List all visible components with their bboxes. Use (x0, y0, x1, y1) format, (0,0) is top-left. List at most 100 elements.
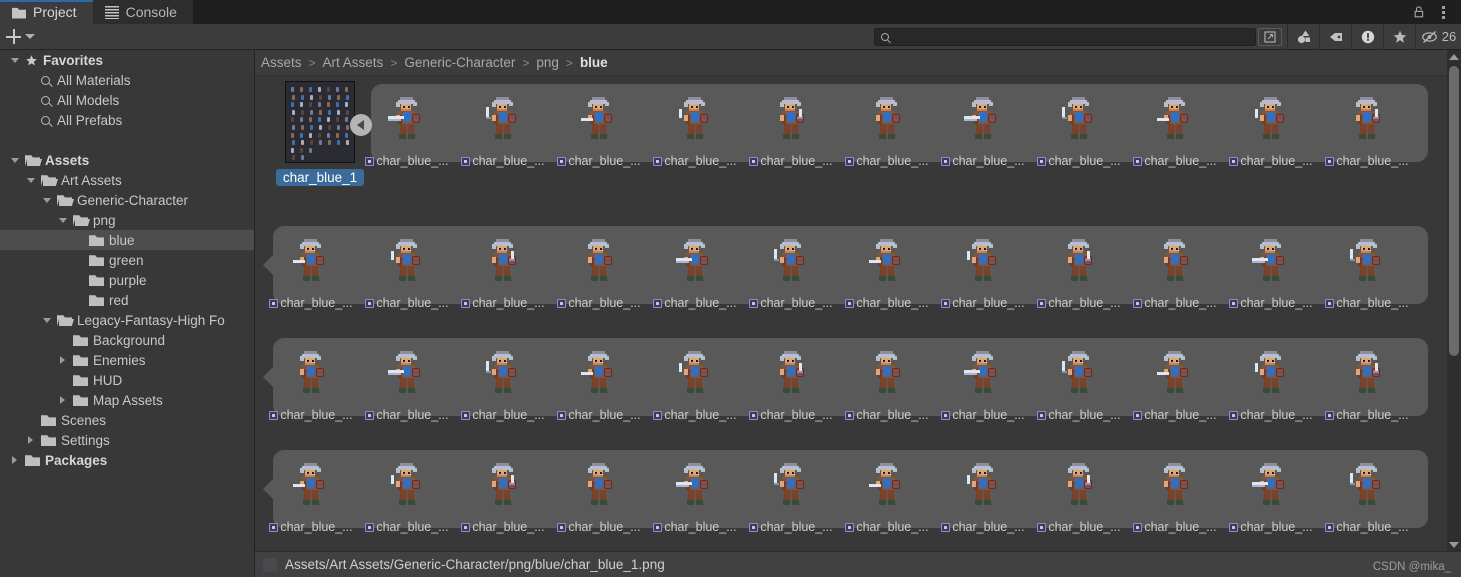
hidden-packages-indicator[interactable]: 26 (1415, 23, 1461, 50)
asset-item[interactable]: char_blue_... (461, 82, 545, 168)
sidebar-item-scenes[interactable]: Scenes (0, 410, 254, 430)
sidebar-item-png[interactable]: png (0, 210, 254, 230)
asset-item[interactable]: char_blue_... (749, 336, 833, 422)
project-tree-sidebar[interactable]: Favorites All Materials All Models All Pref… (0, 50, 255, 577)
asset-item[interactable]: char_blue_... (845, 82, 929, 168)
asset-item[interactable]: char_blue_... (461, 336, 545, 422)
asset-item[interactable]: char_blue_... (557, 448, 641, 534)
sidebar-item-blue[interactable]: blue (0, 230, 254, 250)
breadcrumb-item-generic-character[interactable]: Generic-Character (404, 55, 515, 70)
asset-item[interactable]: char_blue_... (941, 336, 1025, 422)
asset-item[interactable]: char_blue_... (1133, 224, 1217, 310)
asset-item[interactable]: char_blue_... (1325, 82, 1409, 168)
asset-item[interactable]: char_blue_... (1037, 448, 1121, 534)
sidebar-item-all-prefabs[interactable]: All Prefabs (0, 110, 254, 130)
asset-item[interactable]: char_blue_... (557, 336, 641, 422)
chevron-right-icon[interactable] (57, 356, 68, 364)
asset-item[interactable]: char_blue_... (845, 224, 929, 310)
asset-item[interactable]: char_blue_... (1229, 448, 1313, 534)
asset-item[interactable]: char_blue_... (1133, 336, 1217, 422)
sidebar-item-packages[interactable]: Packages (0, 450, 254, 470)
asset-item[interactable]: char_blue_... (461, 448, 545, 534)
asset-item[interactable]: char_blue_... (1037, 82, 1121, 168)
chevron-right-icon[interactable] (57, 396, 68, 404)
asset-item[interactable]: char_blue_... (1325, 336, 1409, 422)
sidebar-item-hud[interactable]: HUD (0, 370, 254, 390)
sidebar-item-background[interactable]: Background (0, 330, 254, 350)
breadcrumb-item-art-assets[interactable]: Art Assets (323, 55, 384, 70)
asset-item[interactable]: char_blue_... (941, 448, 1025, 534)
asset-item[interactable]: char_blue_... (845, 448, 929, 534)
asset-item[interactable]: char_blue_... (653, 336, 737, 422)
asset-item[interactable]: char_blue_... (461, 224, 545, 310)
scroll-down-arrow-icon[interactable] (1447, 538, 1461, 551)
search-scope-button[interactable] (1258, 27, 1282, 46)
asset-item[interactable]: char_blue_... (269, 448, 353, 534)
chevron-down-icon[interactable] (41, 198, 52, 203)
create-asset-button[interactable] (0, 29, 35, 44)
chevron-down-icon[interactable] (41, 318, 52, 323)
sidebar-item-enemies[interactable]: Enemies (0, 350, 254, 370)
asset-item[interactable]: char_blue_... (749, 224, 833, 310)
asset-grid[interactable]: char_blue_1 char_blue_... char_blue_... cha… (255, 76, 1461, 551)
sidebar-item-assets[interactable]: Assets (0, 150, 254, 170)
asset-item[interactable]: char_blue_... (365, 336, 449, 422)
kebab-menu-icon[interactable] (1433, 2, 1453, 22)
asset-item[interactable]: char_blue_... (941, 224, 1025, 310)
collapse-left-arrow-icon[interactable] (350, 114, 372, 136)
asset-item[interactable]: char_blue_... (269, 336, 353, 422)
asset-item[interactable]: char_blue_... (1133, 448, 1217, 534)
lock-button[interactable] (1409, 2, 1429, 22)
filter-by-type-button[interactable] (1287, 23, 1319, 50)
asset-item[interactable]: char_blue_... (653, 448, 737, 534)
sidebar-item-red[interactable]: red (0, 290, 254, 310)
asset-item[interactable]: char_blue_... (557, 224, 641, 310)
sidebar-item-all-models[interactable]: All Models (0, 90, 254, 110)
sidebar-item-favorites[interactable]: Favorites (0, 50, 254, 70)
chevron-down-icon[interactable] (57, 218, 68, 223)
sidebar-item-all-materials[interactable]: All Materials (0, 70, 254, 90)
breadcrumb-item-blue[interactable]: blue (580, 55, 608, 70)
asset-item[interactable]: char_blue_... (365, 82, 449, 168)
chevron-right-icon[interactable] (25, 436, 36, 444)
asset-item[interactable]: char_blue_... (653, 224, 737, 310)
sidebar-item-map-assets[interactable]: Map Assets (0, 390, 254, 410)
asset-item[interactable]: char_blue_... (1037, 224, 1121, 310)
asset-item[interactable]: char_blue_... (1325, 224, 1409, 310)
filter-favorites-button[interactable] (1383, 23, 1415, 50)
search-field[interactable] (874, 27, 1256, 46)
asset-item[interactable]: char_blue_... (1229, 224, 1313, 310)
asset-item[interactable]: char_blue_... (749, 448, 833, 534)
chevron-down-icon[interactable] (9, 58, 20, 63)
asset-item[interactable]: char_blue_... (845, 336, 929, 422)
scrollbar-thumb[interactable] (1449, 66, 1459, 356)
sidebar-item-settings[interactable]: Settings (0, 430, 254, 450)
tab-console[interactable]: Console (92, 0, 193, 24)
chevron-right-icon[interactable] (9, 456, 20, 464)
sidebar-item-legacy-fantasy-high-fo[interactable]: Legacy-Fantasy-High Fo (0, 310, 254, 330)
asset-item[interactable]: char_blue_... (1037, 336, 1121, 422)
breadcrumb-item-png[interactable]: png (536, 55, 559, 70)
asset-item[interactable]: char_blue_... (1325, 448, 1409, 534)
sidebar-item-art-assets[interactable]: Art Assets (0, 170, 254, 190)
sidebar-item-generic-character[interactable]: Generic-Character (0, 190, 254, 210)
asset-item[interactable]: char_blue_... (749, 82, 833, 168)
tab-project[interactable]: Project (0, 0, 93, 24)
asset-item[interactable]: char_blue_... (1229, 82, 1313, 168)
filter-warnings-button[interactable] (1351, 23, 1383, 50)
chevron-down-icon[interactable] (25, 178, 36, 183)
asset-item[interactable]: char_blue_... (1229, 336, 1313, 422)
asset-item[interactable]: char_blue_... (365, 448, 449, 534)
asset-item[interactable]: char_blue_... (653, 82, 737, 168)
sidebar-item-purple[interactable]: purple (0, 270, 254, 290)
breadcrumb-item-assets[interactable]: Assets (261, 55, 302, 70)
scroll-up-arrow-icon[interactable] (1447, 50, 1461, 63)
asset-item[interactable]: char_blue_... (269, 224, 353, 310)
search-input[interactable] (894, 30, 1249, 43)
asset-item[interactable]: char_blue_... (557, 82, 641, 168)
asset-item[interactable]: char_blue_... (365, 224, 449, 310)
vertical-scrollbar[interactable] (1447, 50, 1461, 551)
asset-item[interactable]: char_blue_... (1133, 82, 1217, 168)
asset-item[interactable]: char_blue_... (941, 82, 1025, 168)
chevron-down-icon[interactable] (9, 158, 20, 163)
